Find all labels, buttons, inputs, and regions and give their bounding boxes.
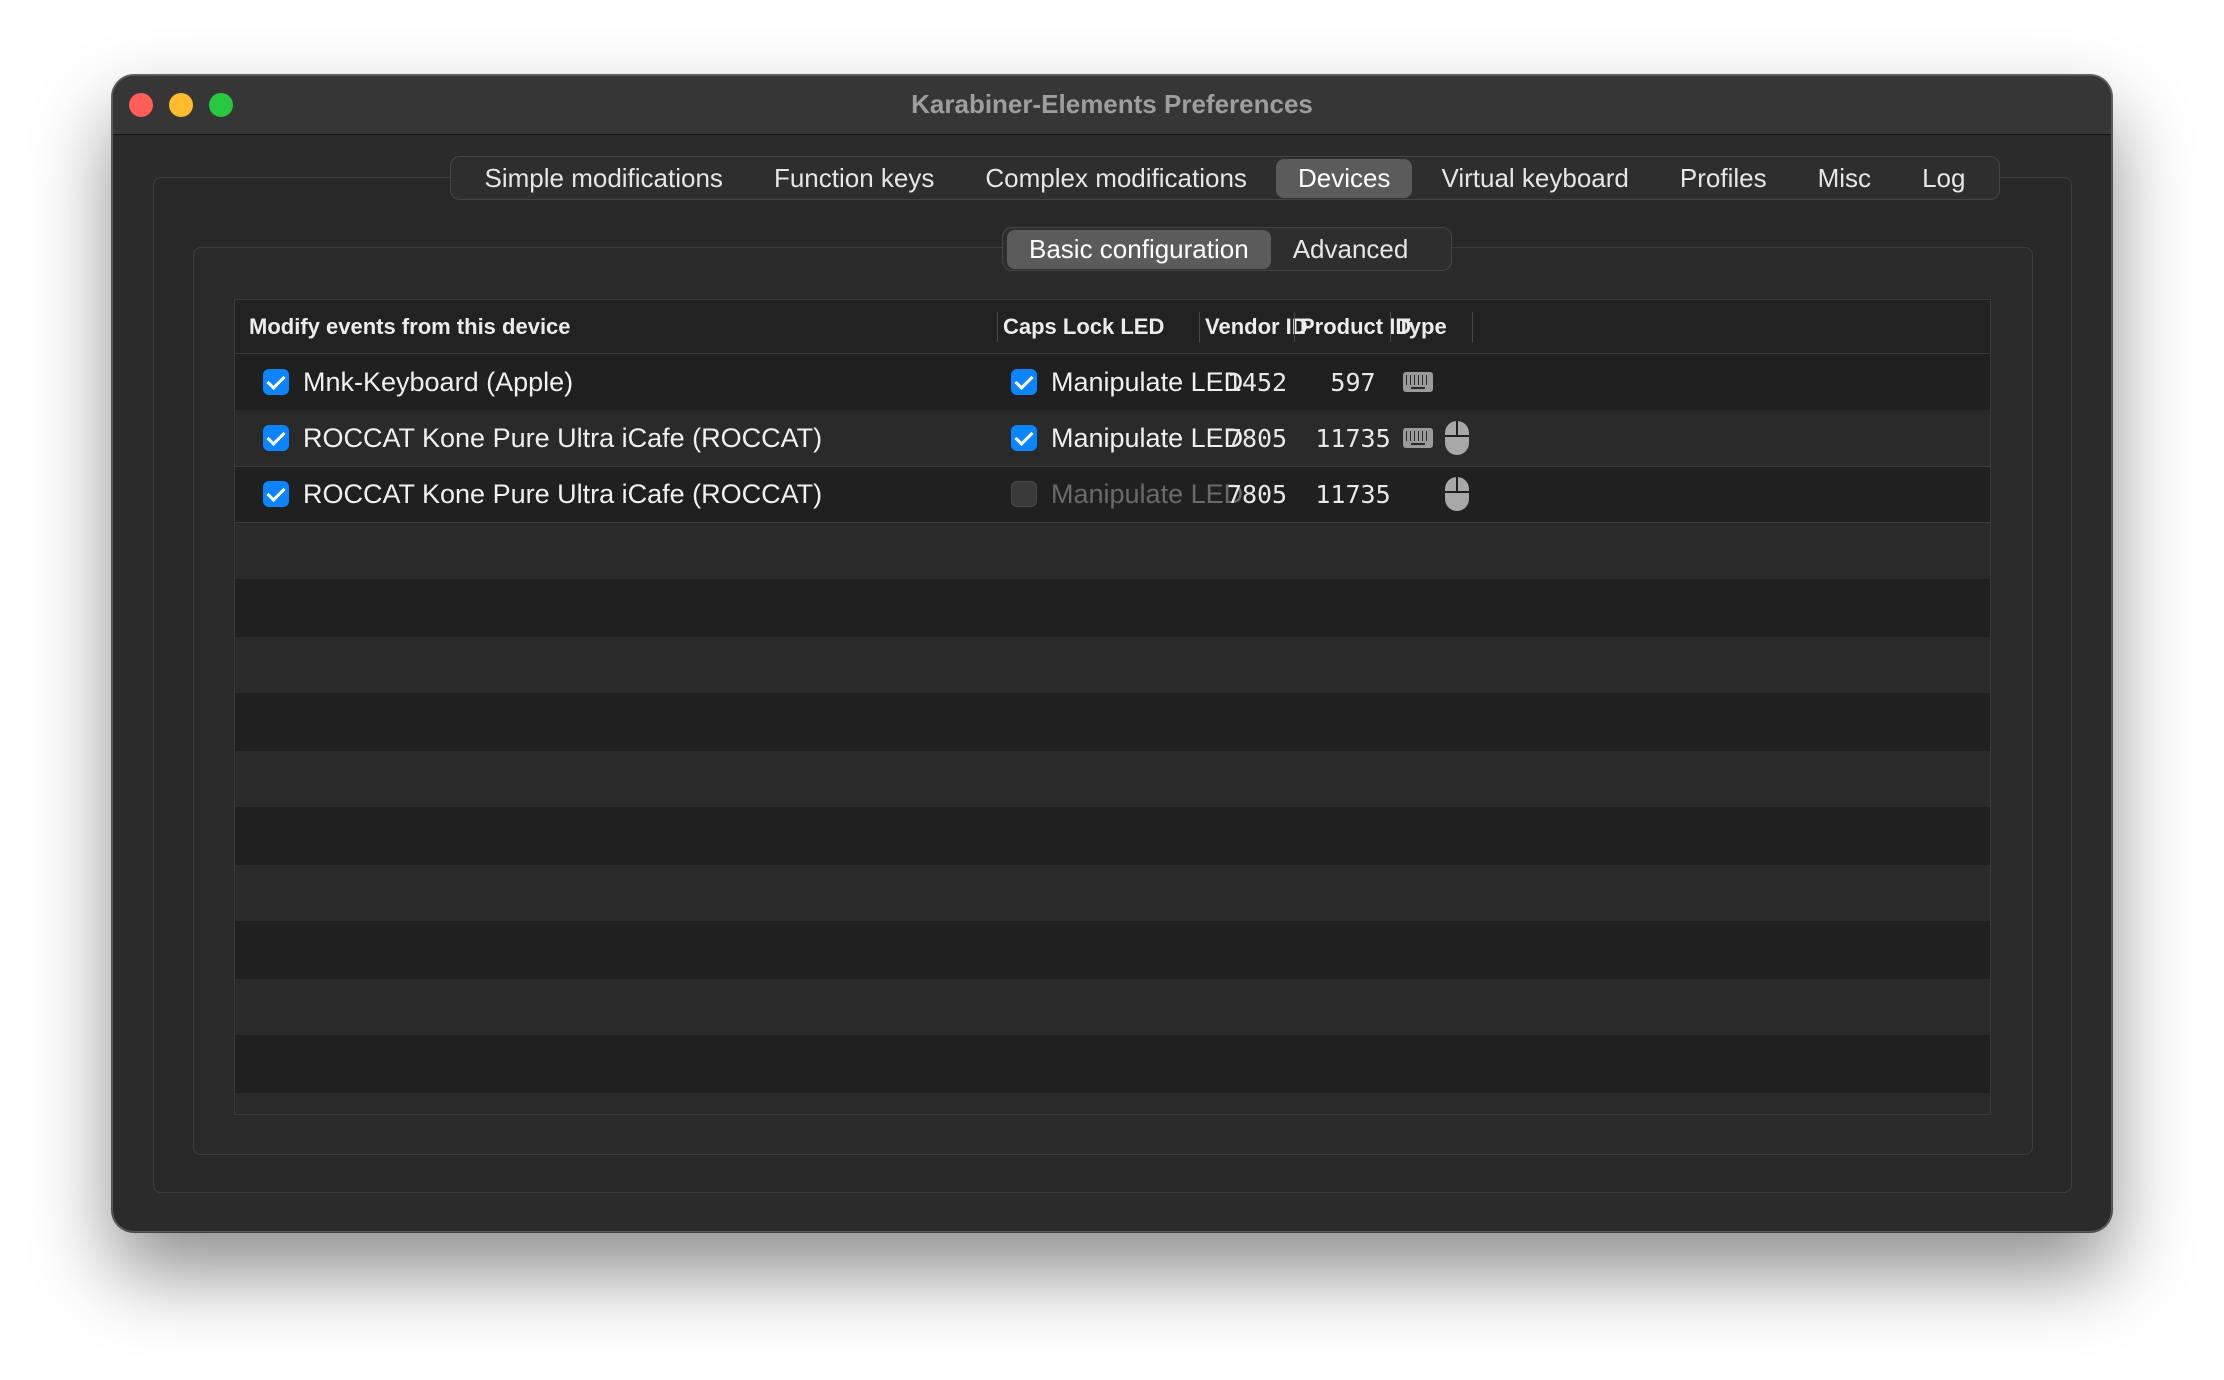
device-name: ROCCAT Kone Pure Ultra iCafe (ROCCAT) (303, 479, 823, 509)
title-bar[interactable]: Karabiner-Elements Preferences (113, 76, 2111, 135)
subtab-basic-configuration[interactable]: Basic configuration (1007, 229, 1271, 269)
manipulate-led-checkbox (1011, 481, 1037, 507)
column-divider (1472, 312, 1473, 342)
empty-row (235, 637, 1990, 693)
device-name: ROCCAT Kone Pure Ultra iCafe (ROCCAT) (303, 423, 823, 453)
mouse-icon (1445, 421, 1469, 455)
column-header-caps-lock-led[interactable]: Caps Lock LED (1003, 314, 1164, 340)
preferences-window: Karabiner-Elements Preferences Simple mo… (112, 75, 2112, 1232)
product-id: 597 (1330, 368, 1376, 397)
tab-misc[interactable]: Misc (1796, 159, 1893, 198)
tab-log[interactable]: Log (1900, 159, 1987, 198)
modify-events-checkbox[interactable] (263, 481, 289, 507)
mouse-icon (1445, 477, 1469, 511)
keyboard-icon (1403, 428, 1433, 448)
window-title: Karabiner-Elements Preferences (911, 89, 1313, 119)
tab-devices[interactable]: Devices (1275, 158, 1413, 198)
empty-row (235, 1093, 1990, 1114)
devices-table: Modify events from this device Caps Lock… (234, 299, 1991, 1115)
column-header-vendor-id[interactable]: Vendor ID (1205, 314, 1308, 340)
column-header-device[interactable]: Modify events from this device (249, 314, 571, 340)
device-name: Mnk-Keyboard (Apple) (303, 367, 574, 397)
sub-tab-bar: Basic configuration Advanced (1002, 227, 1452, 271)
tab-function-keys[interactable]: Function keys (752, 159, 956, 198)
main-tab-bar: Simple modifications Function keys Compl… (450, 156, 2000, 200)
column-divider (1294, 312, 1295, 342)
table-row[interactable]: ROCCAT Kone Pure Ultra iCafe (ROCCAT) Ma… (235, 410, 1990, 467)
table-row[interactable]: ROCCAT Kone Pure Ultra iCafe (ROCCAT) Ma… (235, 466, 1990, 523)
column-header-product-id[interactable]: Product ID (1300, 314, 1411, 340)
tab-simple-modifications[interactable]: Simple modifications (463, 159, 745, 198)
tab-complex-modifications[interactable]: Complex modifications (963, 159, 1269, 198)
empty-row (235, 979, 1990, 1035)
empty-row (235, 865, 1990, 921)
empty-row (235, 751, 1990, 807)
column-header-type[interactable]: Type (1397, 314, 1447, 340)
manipulate-led-checkbox[interactable] (1011, 425, 1037, 451)
modify-events-checkbox[interactable] (263, 369, 289, 395)
column-divider (997, 312, 998, 342)
empty-row (235, 523, 1990, 579)
tab-profiles[interactable]: Profiles (1658, 159, 1789, 198)
modify-events-checkbox[interactable] (263, 425, 289, 451)
column-divider (1390, 312, 1391, 342)
keyboard-icon (1403, 372, 1433, 392)
table-row[interactable]: Mnk-Keyboard (Apple) Manipulate LED 1452… (235, 354, 1990, 411)
product-id: 11735 (1315, 424, 1391, 453)
column-divider (1199, 312, 1200, 342)
tab-virtual-keyboard[interactable]: Virtual keyboard (1419, 159, 1650, 198)
table-header: Modify events from this device Caps Lock… (235, 300, 1990, 354)
manipulate-led-checkbox[interactable] (1011, 369, 1037, 395)
subtab-advanced[interactable]: Advanced (1271, 230, 1431, 269)
product-id: 11735 (1315, 480, 1391, 509)
